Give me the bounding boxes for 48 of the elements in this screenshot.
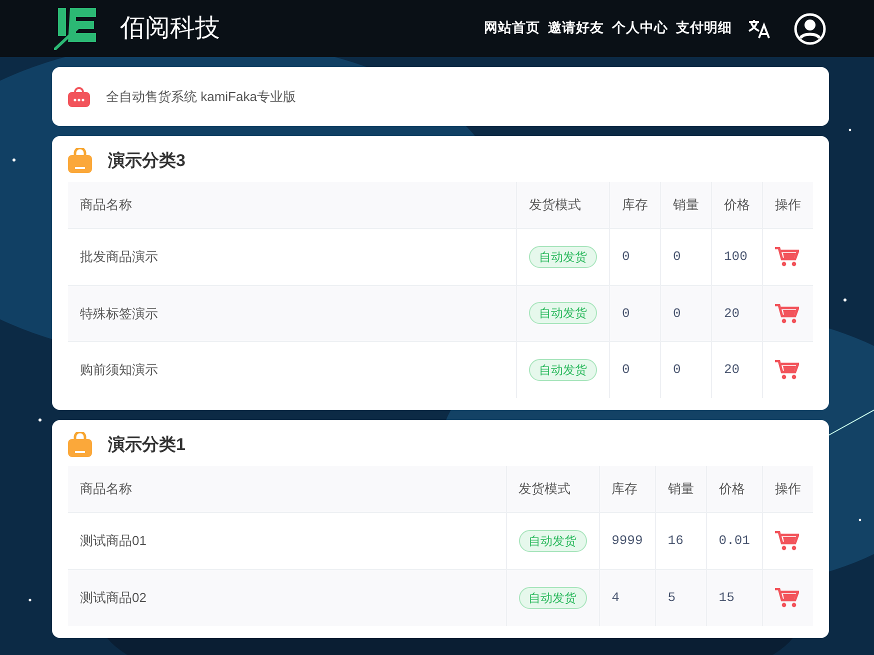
translate-icon[interactable]: [748, 18, 770, 38]
cart-button[interactable]: [775, 588, 799, 608]
nav-link[interactable]: 网站首页: [484, 18, 540, 39]
product-name: 购前须知演示: [68, 342, 516, 398]
nav-link[interactable]: 支付明细: [676, 18, 732, 39]
column-header: 操作: [762, 182, 813, 228]
category-title: 演示分类3: [108, 150, 186, 172]
column-header: 操作: [762, 466, 813, 512]
product-name: 测试商品02: [68, 569, 506, 626]
category-title: 演示分类1: [108, 434, 186, 456]
cart-button[interactable]: [775, 304, 799, 324]
cart-button[interactable]: [775, 247, 799, 268]
table-cell: 15: [706, 569, 762, 626]
table-cell: 0: [610, 342, 660, 398]
table-cell: 5: [655, 569, 706, 626]
product-name: 特殊标签演示: [68, 285, 516, 342]
notice-text: 全自动售货系统 kamiFaka专业版: [106, 88, 296, 106]
nav-link[interactable]: 个人中心: [612, 18, 668, 39]
user-avatar-icon[interactable]: [794, 12, 826, 44]
table-cell: 0: [610, 285, 660, 342]
delivery-tag: 自动发货: [529, 246, 597, 268]
column-header: 发货模式: [516, 182, 610, 228]
nav-link[interactable]: 邀请好友: [548, 18, 604, 39]
column-header: 价格: [706, 466, 762, 512]
column-header: 商品名称: [68, 466, 506, 512]
table-cell: 0: [660, 285, 712, 342]
column-header: 库存: [599, 466, 656, 512]
table-cell: 0: [660, 342, 712, 398]
logo-icon: [54, 8, 98, 50]
delivery-tag: 自动发货: [529, 359, 597, 381]
column-header: 商品名称: [68, 182, 516, 228]
delivery-tag: 自动发货: [518, 586, 587, 608]
cart-button[interactable]: [775, 531, 799, 552]
column-header: 销量: [660, 182, 712, 228]
column-header: 发货模式: [506, 466, 600, 512]
delivery-tag: 自动发货: [518, 530, 587, 552]
shopping-bag-icon: [68, 432, 92, 458]
column-header: 销量: [655, 466, 706, 512]
table-cell: 4: [599, 569, 656, 626]
table-cell: 20: [712, 342, 762, 398]
cart-button[interactable]: [775, 360, 799, 380]
delivery-tag: 自动发货: [529, 302, 597, 324]
column-header: 价格: [712, 182, 762, 228]
site-title: 佰阅科技: [120, 12, 220, 44]
table-cell: 20: [712, 285, 762, 342]
shopping-bag-icon: [68, 148, 92, 174]
column-header: 库存: [610, 182, 660, 228]
shop-bag-icon: [68, 86, 90, 106]
